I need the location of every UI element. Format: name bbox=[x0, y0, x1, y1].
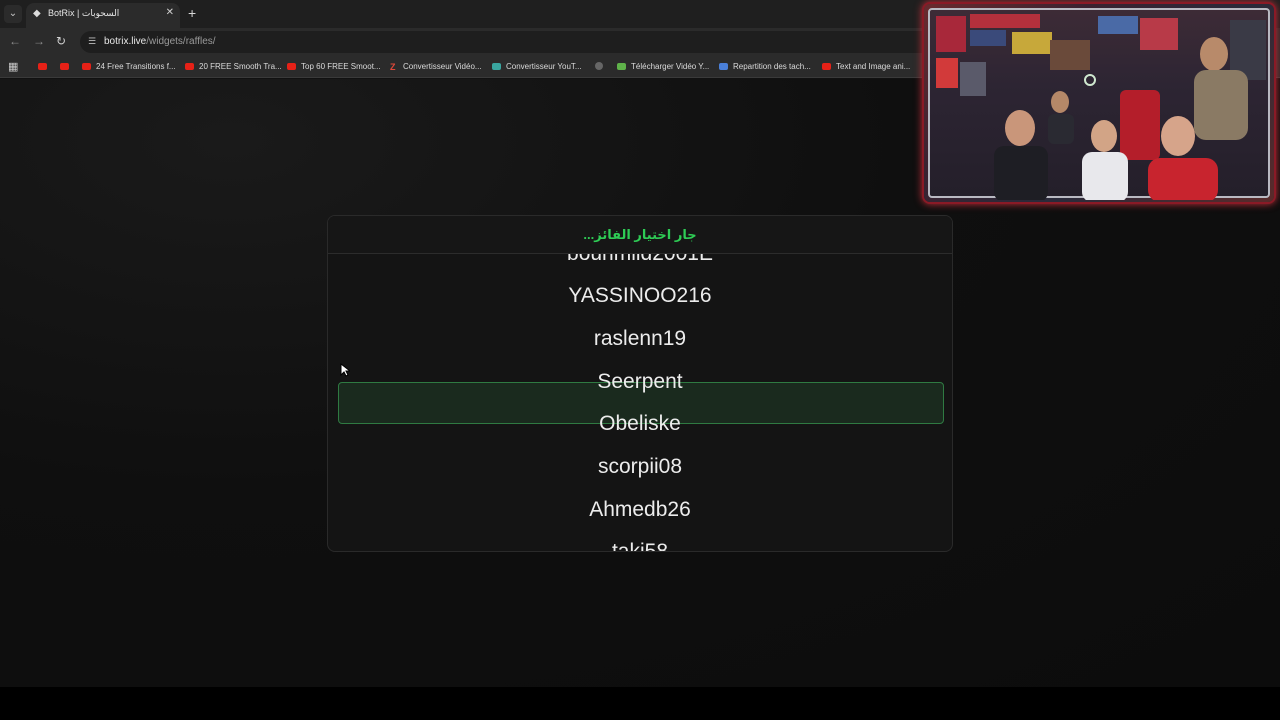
raffle-entry: bouhmiid2001E bbox=[328, 254, 952, 266]
mouse-cursor-icon bbox=[340, 363, 350, 377]
url-path: /widgets/raffles/ bbox=[146, 36, 215, 47]
raffle-entry: Ahmedb26 bbox=[328, 498, 952, 522]
zamzar-icon: Z bbox=[390, 60, 398, 67]
webcam-overlay bbox=[924, 4, 1274, 202]
raffle-entry: scorpii08 bbox=[328, 455, 952, 479]
tab-search-chevron-icon[interactable]: ⌄ bbox=[4, 5, 22, 23]
raffle-list: bouhmiid2001E YASSINOO216 raslenn19 Seer… bbox=[328, 254, 952, 552]
raffle-header: ...جار اختيار الفائز bbox=[328, 216, 952, 254]
bookmark-label: 24 Free Transitions f... bbox=[96, 62, 176, 71]
bookmark-label: Text and Image ani... bbox=[836, 62, 910, 71]
bookmark-label: Convertisseur YouT... bbox=[506, 62, 582, 71]
bookmark-item[interactable]: Z Convertisseur Vidéo... bbox=[390, 60, 482, 74]
youtube-icon bbox=[822, 63, 831, 70]
youtube-icon bbox=[287, 63, 296, 70]
bookmark-label: 20 FREE Smooth Tra... bbox=[199, 62, 282, 71]
raffle-widget: ...جار اختيار الفائز bouhmiid2001E YASSI… bbox=[327, 215, 953, 552]
youtube-icon bbox=[60, 63, 69, 70]
youtube-icon bbox=[185, 63, 194, 70]
forward-button[interactable]: → bbox=[33, 34, 45, 48]
reload-button[interactable]: ↻ bbox=[56, 34, 66, 48]
webcam-scene bbox=[930, 10, 1272, 200]
raffle-status: ...جار اختيار الفائز bbox=[328, 227, 952, 243]
youtube-icon bbox=[38, 63, 47, 70]
bookmark-item[interactable]: Text and Image ani... bbox=[822, 60, 910, 74]
globe-icon bbox=[595, 62, 603, 70]
raffle-entry: taki58 bbox=[328, 540, 952, 552]
bookmark-item[interactable] bbox=[38, 60, 52, 74]
raffle-entry: YASSINOO216 bbox=[328, 284, 952, 308]
bookmark-label: Télécharger Vidéo Y... bbox=[631, 62, 709, 71]
bookmark-item[interactable]: 24 Free Transitions f... bbox=[82, 60, 176, 74]
bookmark-item[interactable]: Convertisseur YouT... bbox=[492, 60, 582, 74]
bookmark-item[interactable]: Top 60 FREE Smoot... bbox=[287, 60, 381, 74]
botrix-logo-icon: ◆ bbox=[33, 9, 43, 19]
bookmark-item[interactable] bbox=[60, 60, 74, 74]
bookmark-item[interactable] bbox=[595, 60, 608, 74]
bookmark-label: Convertisseur Vidéo... bbox=[403, 62, 482, 71]
apps-grid-icon[interactable]: ▦ bbox=[8, 60, 20, 72]
download-icon bbox=[617, 63, 626, 70]
close-icon[interactable]: ✕ bbox=[166, 7, 174, 18]
tab-botrix[interactable]: ◆ BotRix | السحوبات ✕ bbox=[26, 3, 180, 28]
youtube-icon bbox=[82, 63, 91, 70]
raffle-entry: Seerpent bbox=[328, 370, 952, 394]
browser-window: ⌄ ◆ BotRix | السحوبات ✕ + ← → ↻ ☰ botrix… bbox=[0, 0, 1280, 720]
bookmark-label: Top 60 FREE Smoot... bbox=[301, 62, 381, 71]
url-host: botrix.live bbox=[104, 36, 146, 47]
raffle-entry: Obeliske bbox=[328, 412, 952, 436]
docs-icon bbox=[719, 63, 728, 70]
bottom-bar bbox=[0, 687, 1280, 720]
url-text: botrix.live/widgets/raffles/ bbox=[104, 36, 216, 47]
webcam-frame bbox=[928, 8, 1270, 198]
bookmark-label: Repartition des tach... bbox=[733, 62, 811, 71]
back-button[interactable]: ← bbox=[9, 34, 21, 48]
new-tab-button[interactable]: + bbox=[188, 5, 196, 21]
bookmark-item[interactable]: 20 FREE Smooth Tra... bbox=[185, 60, 282, 74]
bookmark-item[interactable]: Télécharger Vidéo Y... bbox=[617, 60, 709, 74]
site-info-icon[interactable]: ☰ bbox=[88, 36, 98, 46]
converter-icon bbox=[492, 63, 501, 70]
raffle-entry: raslenn19 bbox=[328, 327, 952, 351]
tab-title: BotRix | السحوبات bbox=[48, 8, 158, 19]
bookmark-item[interactable]: Repartition des tach... bbox=[719, 60, 811, 74]
